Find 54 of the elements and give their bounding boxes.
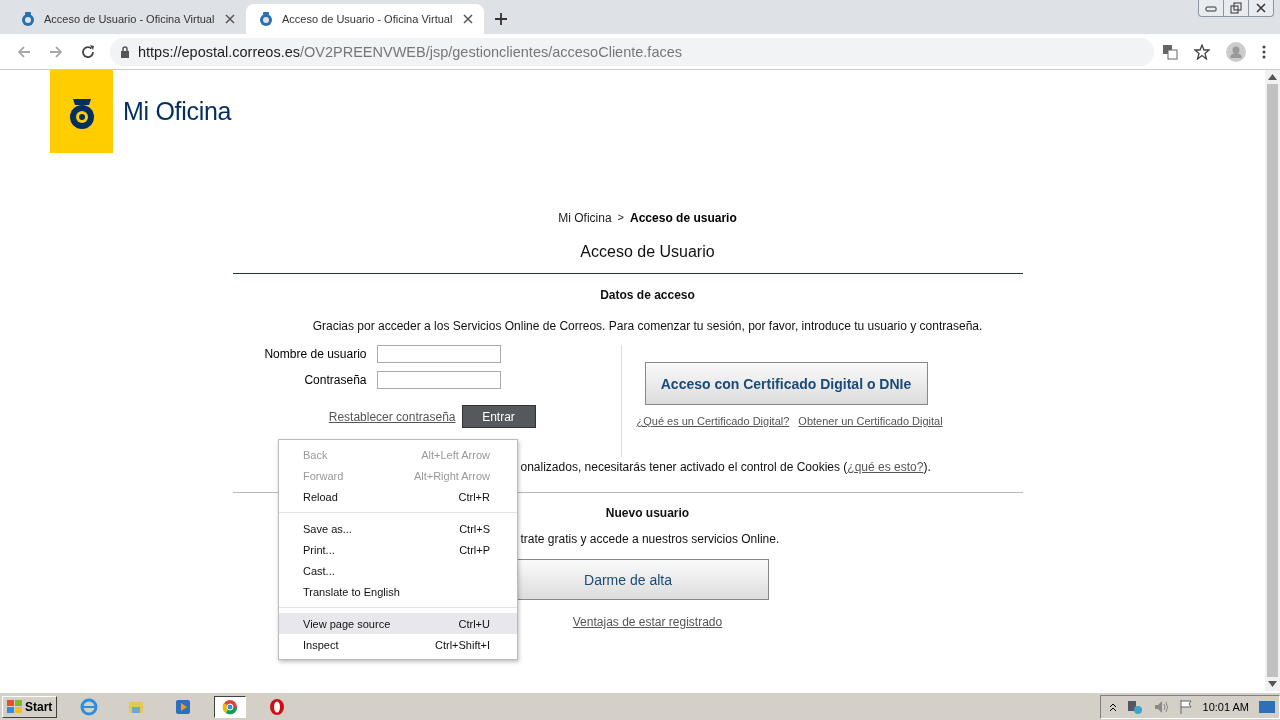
submit-button[interactable]: Entrar bbox=[461, 405, 536, 428]
browser-tab[interactable]: Acceso de Usuario - Oficina Virtual bbox=[246, 4, 484, 34]
logo-text: Mi Oficina bbox=[123, 97, 232, 126]
profile-icon[interactable] bbox=[1226, 41, 1246, 62]
menu-item[interactable]: View page source Ctrl+U bbox=[279, 613, 517, 634]
section-heading: Datos de acceso bbox=[600, 288, 695, 302]
flag-icon[interactable] bbox=[1178, 698, 1193, 715]
menu-item[interactable]: Reload Ctrl+R bbox=[279, 486, 517, 507]
page-title: Acceso de Usuario bbox=[579, 243, 716, 261]
reset-password-link[interactable]: Restablecer contraseña bbox=[328, 409, 456, 424]
windows-logo-icon bbox=[7, 699, 23, 714]
field-label: Contraseña bbox=[304, 373, 367, 387]
scroll-up-icon[interactable] bbox=[1268, 74, 1277, 80]
cookies-link[interactable]: ¿qué es esto? bbox=[847, 460, 924, 474]
section-heading: Nuevo usuario bbox=[605, 506, 690, 520]
menu-item[interactable]: Inspect Ctrl+Shift+I bbox=[279, 634, 517, 655]
breadcrumb-item[interactable]: Mi Oficina bbox=[558, 211, 612, 225]
chevron-icon[interactable] bbox=[1108, 701, 1117, 712]
taskbar-app-icon[interactable] bbox=[214, 695, 247, 718]
restore-icon[interactable] bbox=[1230, 2, 1242, 14]
certificate-button[interactable]: Acceso con Certificado Digital o DNIe bbox=[644, 362, 928, 405]
cookies-note: onalizados, necesitarás tener activado el control de Cookies (¿qué es esto?). bbox=[520, 460, 931, 474]
menu-item[interactable]: Save as... Ctrl+S bbox=[279, 518, 517, 539]
lock-icon bbox=[120, 45, 130, 58]
star-icon[interactable] bbox=[1194, 43, 1210, 60]
browser-tab[interactable]: Acceso de Usuario - Oficina Virtual bbox=[8, 4, 246, 34]
start-button[interactable]: Start bbox=[2, 695, 58, 718]
scrollbar[interactable] bbox=[1265, 70, 1280, 691]
minimize-icon[interactable] bbox=[1205, 4, 1217, 12]
close-icon[interactable] bbox=[1255, 3, 1267, 13]
post-horn-icon bbox=[258, 11, 274, 27]
translate-icon[interactable] bbox=[1162, 43, 1178, 60]
benefits-link[interactable]: Ventajas de estar registrado bbox=[572, 615, 723, 629]
breadcrumb-item: Acceso de usuario bbox=[630, 211, 737, 225]
intro-text: Gracias por acceder a los Servicios Online de Correos. Para comenzar tu sesión, por favor, introduce tu usuario y contraseña. bbox=[311, 319, 984, 333]
close-icon[interactable] bbox=[462, 13, 474, 25]
network-icon[interactable] bbox=[1126, 698, 1143, 715]
scroll-down-icon[interactable] bbox=[1268, 681, 1277, 687]
certificate-link[interactable]: Obtener un Certificado Digital bbox=[798, 415, 943, 427]
certificate-link[interactable]: ¿Qué es un Certificado Digital? bbox=[636, 415, 790, 427]
menu-icon[interactable] bbox=[1262, 44, 1266, 59]
show-desktop-icon[interactable] bbox=[1259, 699, 1275, 714]
address-bar[interactable]: https://epostal.correos.es/OV2PREENVWEB/jsp/gestionclientes/accesoCliente.faces bbox=[110, 37, 1154, 66]
new-tab-icon[interactable] bbox=[494, 12, 508, 26]
input-field[interactable] bbox=[376, 345, 501, 363]
input-field[interactable] bbox=[376, 371, 501, 389]
close-icon[interactable] bbox=[224, 13, 236, 25]
post-horn-logo[interactable] bbox=[50, 70, 113, 153]
clock[interactable]: 10:01 AM bbox=[1202, 700, 1249, 713]
field-label: Nombre de usuario bbox=[264, 347, 367, 361]
register-text: trate gratis y accede a nuestros servicios Online. bbox=[520, 532, 780, 546]
breadcrumb-separator: > bbox=[617, 211, 625, 225]
menu-item[interactable]: Print... Ctrl+P bbox=[279, 539, 517, 560]
post-horn-icon bbox=[20, 11, 36, 27]
